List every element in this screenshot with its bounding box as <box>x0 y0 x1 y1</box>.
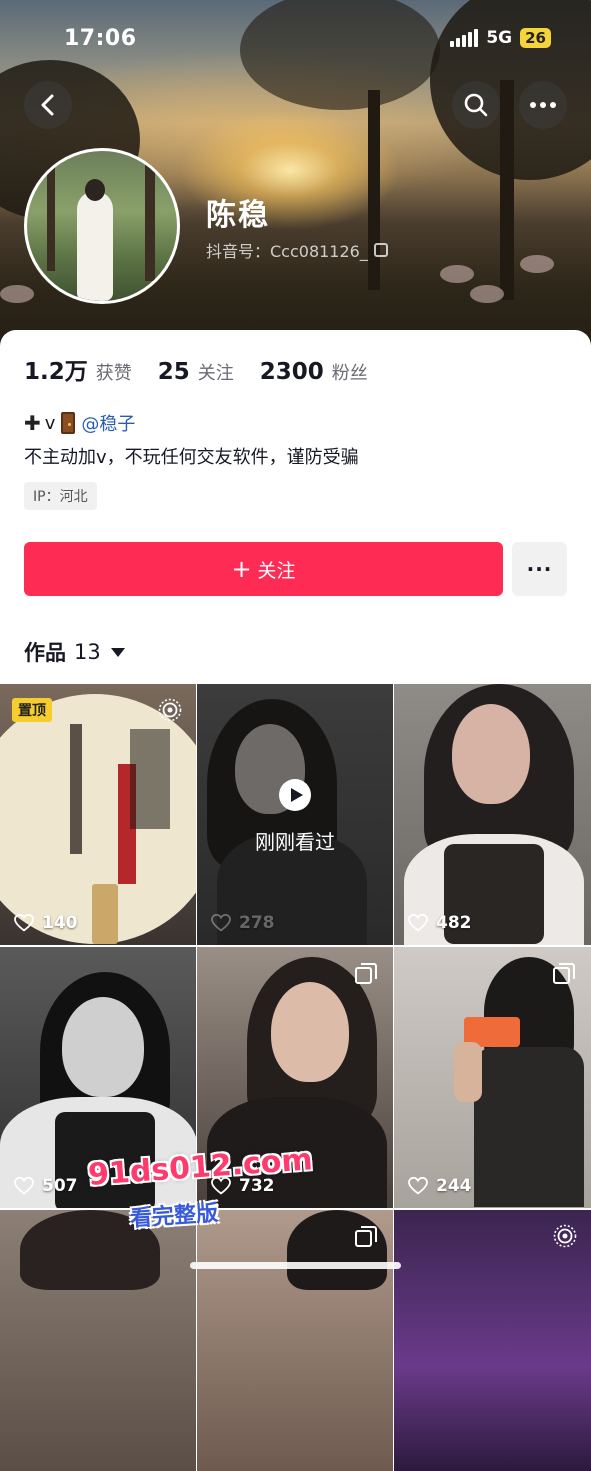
stat-following[interactable]: 25 关注 <box>158 359 234 385</box>
multi-image-icon <box>355 963 377 984</box>
search-button[interactable] <box>452 81 500 129</box>
avatar[interactable] <box>24 148 180 304</box>
nickname: 陈稳 <box>206 198 270 233</box>
likes-count: 140 <box>42 913 78 933</box>
heart-icon <box>14 1177 34 1195</box>
status-time: 17:06 <box>64 26 137 51</box>
post-thumbnail[interactable]: 刚刚看过 278 <box>197 684 394 945</box>
home-indicator[interactable] <box>190 1262 401 1269</box>
post-thumbnail[interactable]: 244 <box>394 947 591 1208</box>
copy-icon[interactable] <box>373 243 388 257</box>
stat-label: 关注 <box>197 363 234 384</box>
watched-overlay <box>197 684 393 945</box>
more-options-button[interactable] <box>519 81 567 129</box>
status-indicators: 5G 26 <box>450 28 551 48</box>
post-thumbnail[interactable] <box>0 1210 197 1471</box>
network-label: 5G <box>486 28 513 48</box>
cover-flower <box>520 255 554 273</box>
bio-mention-link[interactable]: @稳子 <box>81 410 135 436</box>
likes-count: 278 <box>239 913 275 933</box>
cover-flower <box>440 265 474 283</box>
follow-label: 关注 <box>257 559 296 582</box>
bio-line-2: 不主动加v，不玩任何交友软件，谨防受骗 <box>24 447 359 468</box>
works-tab-label: 作品 <box>24 641 66 665</box>
caret-down-icon <box>110 647 125 657</box>
live-photo-icon <box>553 1224 577 1248</box>
pinned-badge: 置顶 <box>12 698 52 722</box>
ip-location-tag: IP：河北 <box>24 482 97 510</box>
post-thumbnail[interactable] <box>394 1210 591 1471</box>
works-tab[interactable]: 作品 13 <box>24 637 125 667</box>
profile-stats: 1.2万 获赞 25 关注 2300 粉丝 <box>24 352 368 386</box>
post-likes: 482 <box>408 913 472 933</box>
cover-tree <box>240 0 440 110</box>
plus-emoji-icon: ✚ <box>24 411 41 435</box>
post-thumbnail[interactable]: 置顶 140 <box>0 684 197 945</box>
heart-icon <box>14 914 34 932</box>
stat-value: 25 <box>157 359 190 385</box>
post-likes: 278 <box>211 913 275 933</box>
door-emoji-icon <box>61 412 76 434</box>
stat-label: 粉丝 <box>331 363 368 384</box>
bio-line-1: ✚ v @稳子 <box>24 410 135 436</box>
stat-likes[interactable]: 1.2万 获赞 <box>24 352 132 386</box>
search-icon <box>464 93 488 117</box>
multi-image-icon <box>355 1226 377 1247</box>
plus-icon: + <box>231 555 252 583</box>
post-thumbnail[interactable] <box>197 1210 394 1471</box>
douyin-id-text: 抖音号：Ccc081126_ <box>206 242 368 261</box>
heart-icon <box>408 914 428 932</box>
profile-info-card: 1.2万 获赞 25 关注 2300 粉丝 ✚ v @稳子 不主动加v，不玩任何… <box>0 330 591 685</box>
post-likes: 244 <box>408 1176 472 1196</box>
likes-count: 482 <box>436 913 472 933</box>
more-actions-button[interactable]: ··· <box>512 542 567 596</box>
works-count: 13 <box>74 640 101 664</box>
cover-flower <box>0 285 34 303</box>
likes-count: 244 <box>436 1176 472 1196</box>
heart-icon <box>408 1177 428 1195</box>
bio-prefix: v <box>44 412 56 434</box>
chevron-left-icon <box>41 94 54 116</box>
douyin-id[interactable]: 抖音号：Ccc081126_ <box>206 238 388 262</box>
post-likes: 507 <box>14 1176 78 1196</box>
posts-grid: 置顶 140 刚刚看过 278 482 507 732 244 <box>0 684 591 1471</box>
watermark-subtext: 看完整版 <box>129 1200 219 1233</box>
follow-button[interactable]: + 关注 <box>24 542 503 596</box>
stat-followers[interactable]: 2300 粉丝 <box>260 359 368 385</box>
ellipsis-icon <box>530 102 556 108</box>
stat-value: 1.2万 <box>24 359 88 385</box>
stat-label: 获赞 <box>95 363 132 384</box>
live-photo-icon <box>158 698 182 722</box>
multi-image-icon <box>553 963 575 984</box>
post-likes: 140 <box>14 913 78 933</box>
post-thumbnail[interactable]: 482 <box>394 684 591 945</box>
battery-badge: 26 <box>520 28 551 48</box>
cover-trunk <box>500 80 514 300</box>
play-icon <box>279 779 311 811</box>
heart-icon <box>211 914 231 932</box>
stat-value: 2300 <box>259 359 324 385</box>
back-button[interactable] <box>24 81 72 129</box>
signal-icon <box>450 29 479 47</box>
likes-count: 507 <box>42 1176 78 1196</box>
cover-flower <box>470 285 504 303</box>
watched-label: 刚刚看过 <box>255 830 335 854</box>
